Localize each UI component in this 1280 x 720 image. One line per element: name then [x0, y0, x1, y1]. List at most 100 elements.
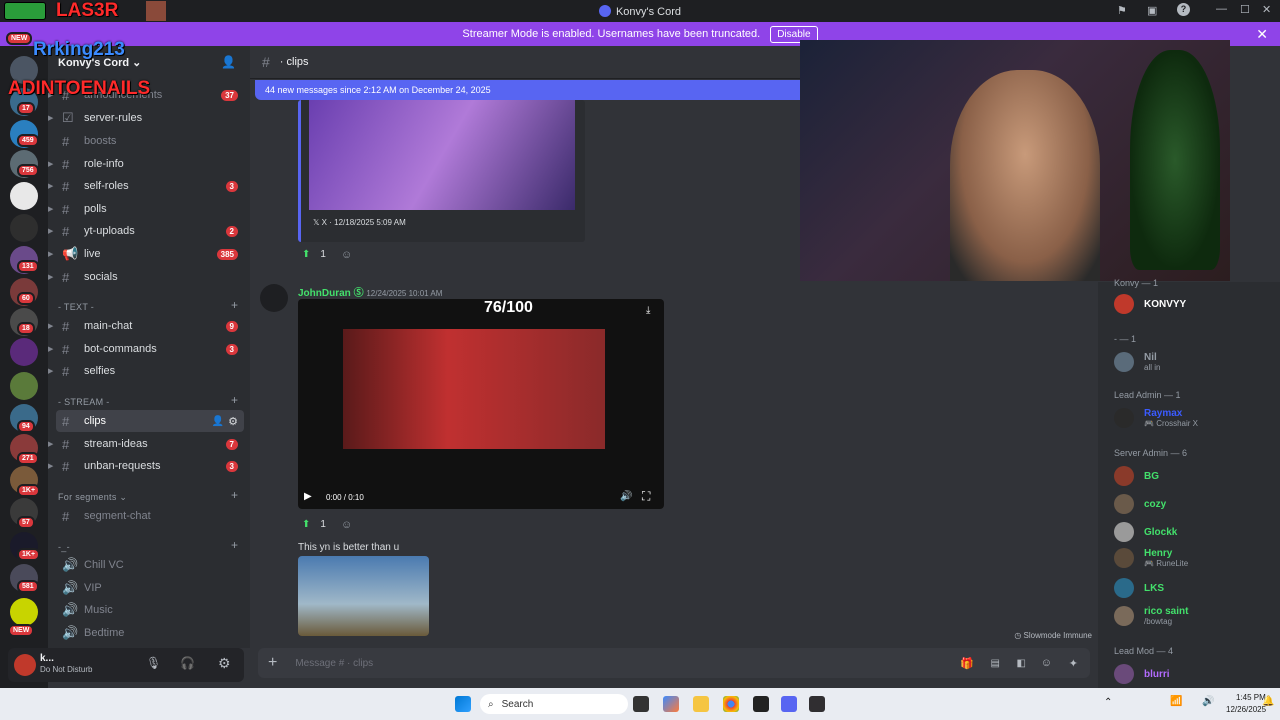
category-voice[interactable]: -_-	[58, 542, 70, 552]
member-glockk[interactable]: Glockk	[1114, 522, 1177, 542]
category-stream[interactable]: - STREAM -	[58, 397, 110, 407]
chevron-up-icon[interactable]: ⌃	[1104, 697, 1112, 708]
member-rico-saint[interactable]: rico saint/bowtag	[1114, 606, 1188, 626]
task-view-icon[interactable]	[633, 696, 649, 712]
new-messages-bar[interactable]: 44 new messages since 2:12 AM on Decembe…	[255, 80, 815, 100]
channel-main-chat[interactable]: ▶ # main-chat 9	[48, 315, 244, 337]
avatar[interactable]	[14, 654, 36, 676]
gif-icon[interactable]: ▤	[991, 658, 1000, 669]
channel-stream-ideas[interactable]: ▶ # stream-ideas 7	[48, 433, 244, 455]
add-channel-icon[interactable]: +	[231, 538, 238, 552]
add-channel-icon[interactable]: +	[231, 393, 238, 407]
add-attachment-icon[interactable]: +	[268, 654, 277, 672]
copilot-icon[interactable]	[663, 696, 679, 712]
channel-selfies[interactable]: ▶ # selfies	[48, 360, 244, 382]
invite-icon[interactable]: 👤	[212, 416, 224, 427]
microphone-icon[interactable]: 🎙	[146, 656, 161, 670]
reaction[interactable]: ⬆ 1	[302, 249, 326, 260]
channel-role-info[interactable]: ▶ # role-info	[48, 153, 244, 175]
add-reaction-icon[interactable]: ☺	[341, 519, 352, 531]
server-icon-18[interactable]	[10, 598, 38, 626]
voice-channel-bedtime[interactable]: 🔊 Bedtime	[56, 622, 244, 644]
channel-unban-requests[interactable]: ▶ # unban-requests 3	[48, 455, 244, 477]
help-icon[interactable]: ?	[1177, 3, 1190, 16]
message-input[interactable]: + Message # · clips 🎁 ▤ ◧ ☺ ✦	[258, 648, 1090, 678]
avatar	[1114, 522, 1134, 542]
sticker-icon[interactable]: ◧	[1017, 658, 1026, 669]
taskbar-search[interactable]: ⌕ Search	[480, 694, 628, 714]
file-explorer-icon[interactable]	[693, 696, 709, 712]
server-icon-10[interactable]	[10, 338, 38, 366]
caret-icon: ▶	[48, 115, 54, 122]
headphones-icon[interactable]: 🎧	[180, 656, 195, 670]
windows-start-icon[interactable]	[455, 696, 471, 712]
caret-icon: ▶	[48, 346, 54, 353]
close-icon[interactable]: ✕	[1256, 26, 1268, 43]
member-lks[interactable]: LKS	[1114, 578, 1164, 598]
inbox-icon[interactable]: ⚑	[1117, 4, 1127, 17]
channel-clips[interactable]: # clips ⚙ 👤	[56, 410, 244, 432]
channel-hash-icon: #	[62, 156, 70, 172]
server-icon-6[interactable]	[10, 214, 38, 242]
emoji-icon[interactable]: ☺	[1041, 657, 1052, 669]
apps-icon[interactable]: ✦	[1069, 657, 1078, 670]
channel-server-rules[interactable]: ▶ ☑ server-rules	[48, 107, 244, 129]
volume-icon[interactable]: 🔊	[1202, 696, 1214, 707]
download-icon[interactable]: ⤓	[646, 305, 650, 316]
add-channel-icon[interactable]: +	[231, 488, 238, 502]
channel-live[interactable]: ▶ 📢 live 385	[48, 243, 244, 265]
discord-icon[interactable]	[781, 696, 797, 712]
minimize-button[interactable]: —	[1216, 3, 1227, 15]
member-konvyy[interactable]: KONVYY	[1114, 294, 1186, 314]
gear-icon[interactable]: ⚙	[218, 655, 231, 672]
image-attachment[interactable]	[298, 556, 429, 636]
caret-icon: ▶	[48, 161, 54, 168]
add-channel-icon[interactable]: +	[231, 298, 238, 312]
channel-segment-chat[interactable]: # segment-chat	[56, 505, 244, 527]
reaction[interactable]: ⬆ 1	[302, 519, 326, 530]
wifi-icon[interactable]: 📶	[1170, 696, 1182, 707]
channel-yt-uploads[interactable]: ▶ # yt-uploads 2	[48, 220, 244, 242]
chrome-icon[interactable]	[723, 696, 739, 712]
channel-self-roles[interactable]: ▶ # self-roles 3	[48, 175, 244, 197]
monitor-icon[interactable]: ▣	[1147, 4, 1157, 17]
channel-boosts[interactable]: # boosts	[56, 130, 244, 152]
play-icon[interactable]: ▶	[304, 491, 312, 502]
speaker-icon: 🔊	[62, 625, 79, 640]
member-raymax[interactable]: Raymax 🎮 Crosshair X	[1114, 408, 1198, 428]
channel-hash-icon: #	[62, 178, 70, 194]
add-member-icon[interactable]: 👤	[221, 55, 236, 69]
voice-channel-music[interactable]: 🔊 Music	[56, 599, 244, 621]
close-button[interactable]: ✕	[1262, 3, 1271, 16]
fullscreen-icon[interactable]: ⛶	[642, 489, 650, 504]
channel-bot-commands[interactable]: ▶ # bot-commands 3	[48, 338, 244, 360]
obs-icon[interactable]	[809, 696, 825, 712]
video-player[interactable]: 76/100 0:00 / 0:10 ▶ 🔊 ⛶ ⤓	[298, 299, 664, 509]
voice-channel-chill-vc[interactable]: 🔊 Chill VC	[56, 554, 244, 576]
gift-icon[interactable]: 🎁	[960, 657, 974, 670]
server-badge: 17	[17, 102, 35, 115]
voice-channel-vip[interactable]: 🔊 VIP	[56, 577, 244, 599]
member-nil[interactable]: Nil all in	[1114, 352, 1160, 372]
notification-icon[interactable]: 🔔	[1262, 696, 1274, 707]
add-reaction-icon[interactable]: ☺	[341, 249, 352, 261]
member-blurri[interactable]: blurri	[1114, 664, 1170, 684]
taskbar-date[interactable]: 12/26/2025	[1226, 705, 1266, 714]
avatar[interactable]	[260, 284, 288, 312]
category-segments[interactable]: For segments ⌄	[58, 492, 127, 503]
settings-icon[interactable]: ⚙	[228, 415, 238, 428]
member-cozy[interactable]: cozy	[1114, 494, 1166, 514]
channel-polls[interactable]: ▶ # polls	[48, 198, 244, 220]
maximize-button[interactable]: ☐	[1240, 3, 1250, 16]
volume-icon[interactable]: 🔊	[620, 491, 632, 502]
app-icon[interactable]	[753, 696, 769, 712]
video-frame	[343, 329, 605, 449]
channel-socials[interactable]: ▶ # socials	[48, 266, 244, 288]
server-icon-5[interactable]	[10, 182, 38, 210]
embed-image[interactable]	[309, 100, 575, 210]
overlay-name-3: ADINTOENAILS	[8, 78, 151, 99]
member-bg[interactable]: BG	[1114, 466, 1159, 486]
category-text[interactable]: - TEXT -	[58, 302, 94, 312]
server-icon-11[interactable]	[10, 372, 38, 400]
member-henry[interactable]: Henry 🎮 RuneLite	[1114, 548, 1188, 568]
